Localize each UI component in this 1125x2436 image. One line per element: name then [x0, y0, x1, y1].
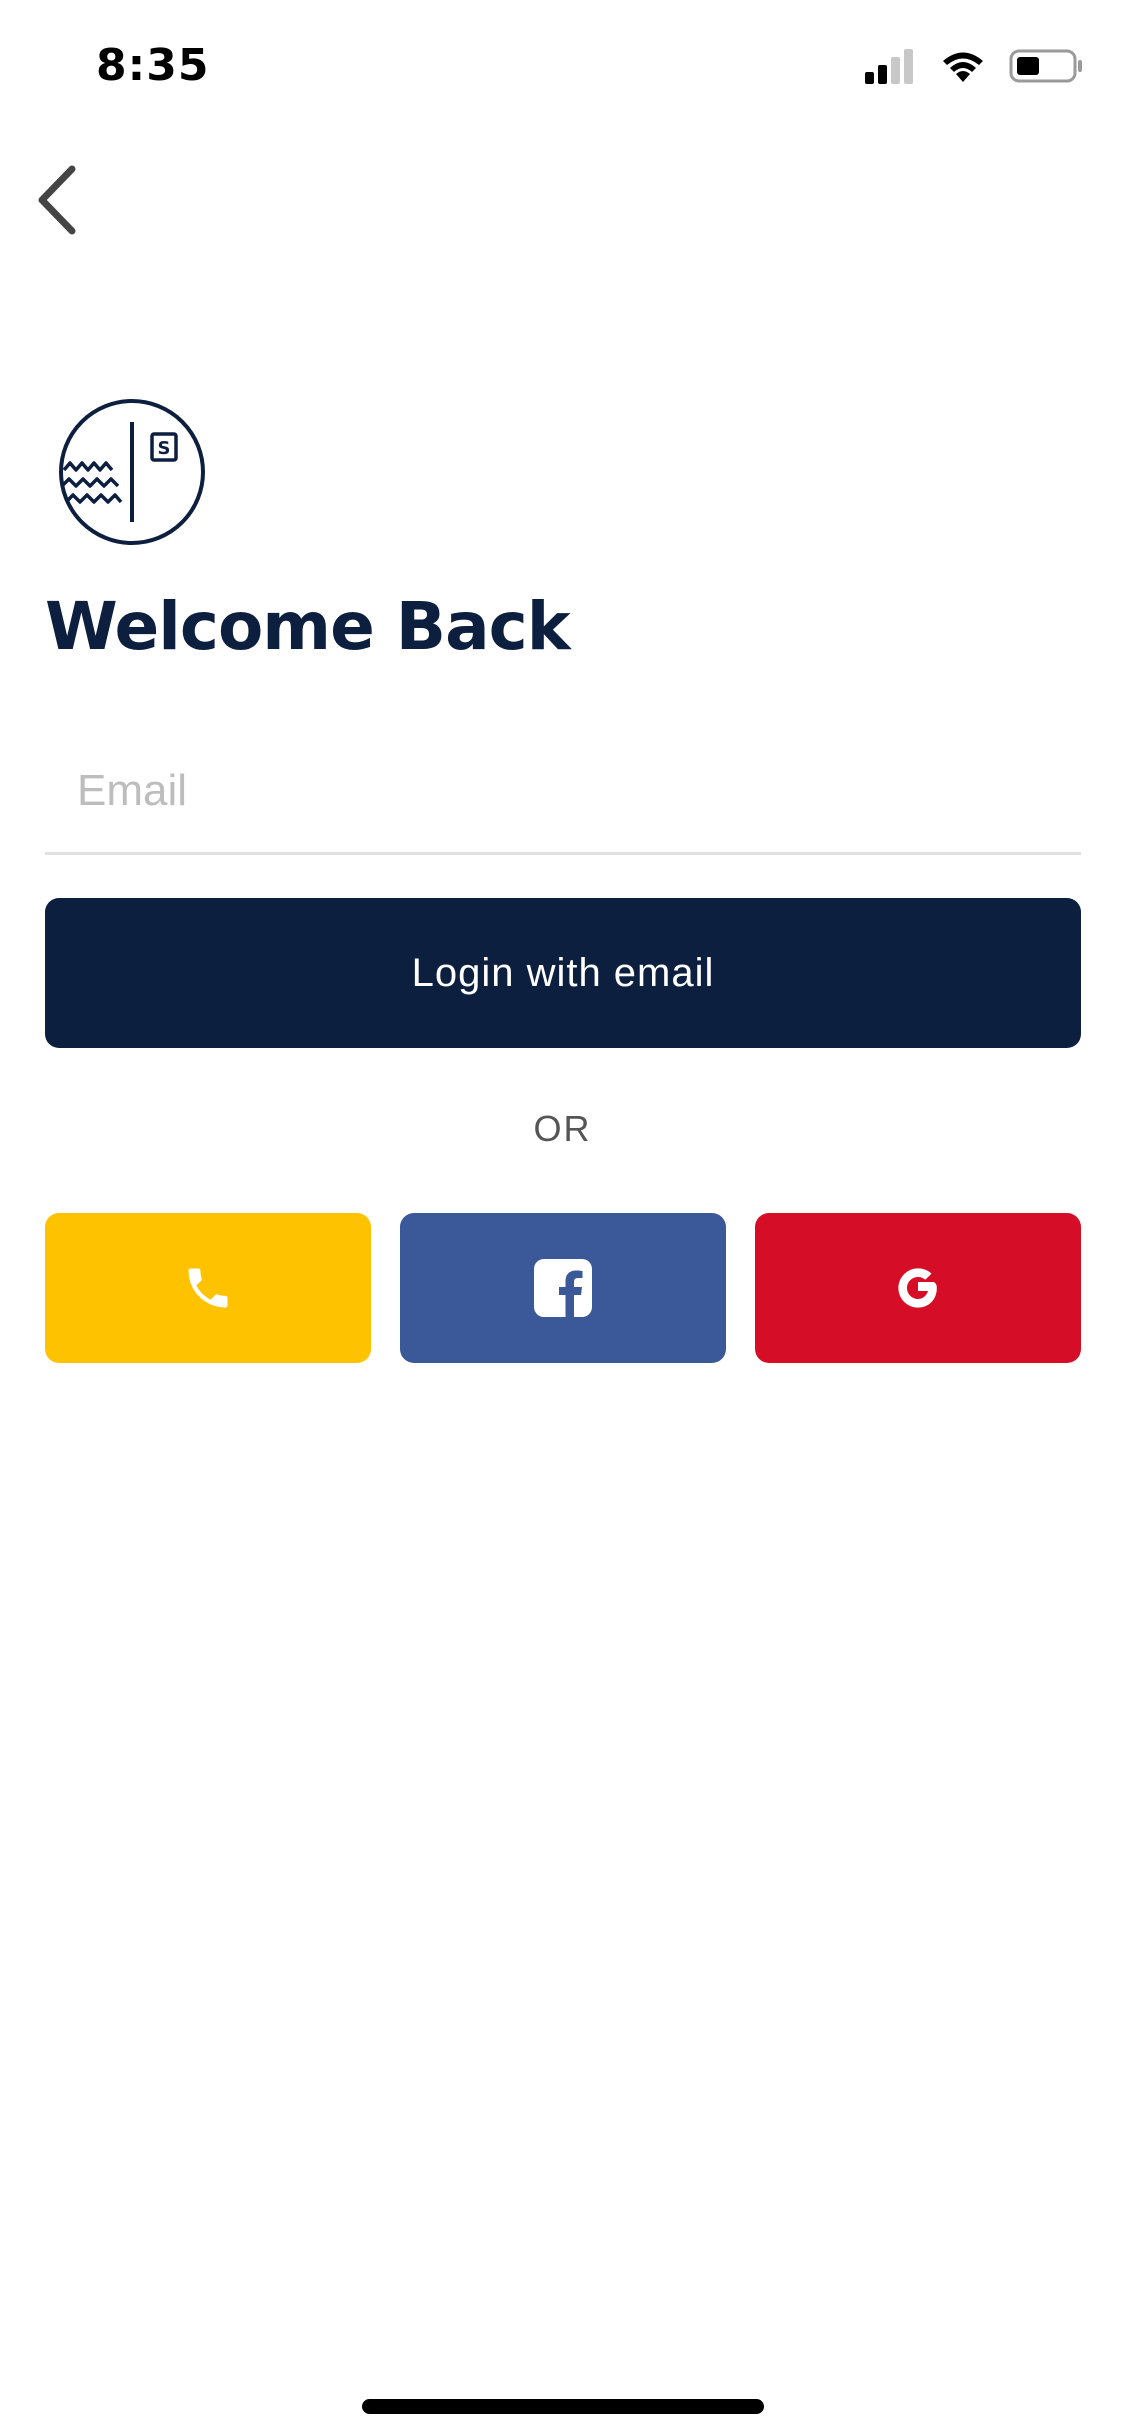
wifi-icon — [943, 52, 983, 82]
phone-login-button[interactable] — [45, 1213, 371, 1363]
back-button[interactable] — [16, 160, 96, 240]
email-field-container — [45, 730, 1081, 855]
home-indicator — [362, 2399, 764, 2414]
app-logo: S — [58, 398, 206, 546]
or-divider-text: OR — [533, 1108, 592, 1149]
status-icons — [865, 48, 1085, 84]
social-login-row — [45, 1213, 1081, 1363]
login-with-email-button[interactable]: Login with email — [45, 898, 1081, 1048]
status-bar: 8:35 — [0, 0, 1125, 132]
cellular-signal-icon — [865, 49, 913, 84]
chevron-left-icon — [38, 165, 76, 235]
email-field[interactable] — [45, 730, 1081, 852]
page-title: Welcome Back — [45, 588, 571, 665]
google-login-button[interactable] — [755, 1213, 1081, 1363]
battery-icon — [1009, 49, 1082, 83]
logo-badge-letter: S — [158, 438, 171, 459]
status-time: 8:35 — [96, 40, 210, 91]
facebook-login-button[interactable] — [400, 1213, 726, 1363]
google-icon — [898, 1268, 937, 1308]
facebook-icon — [534, 1259, 592, 1317]
phone-icon — [188, 1268, 228, 1308]
